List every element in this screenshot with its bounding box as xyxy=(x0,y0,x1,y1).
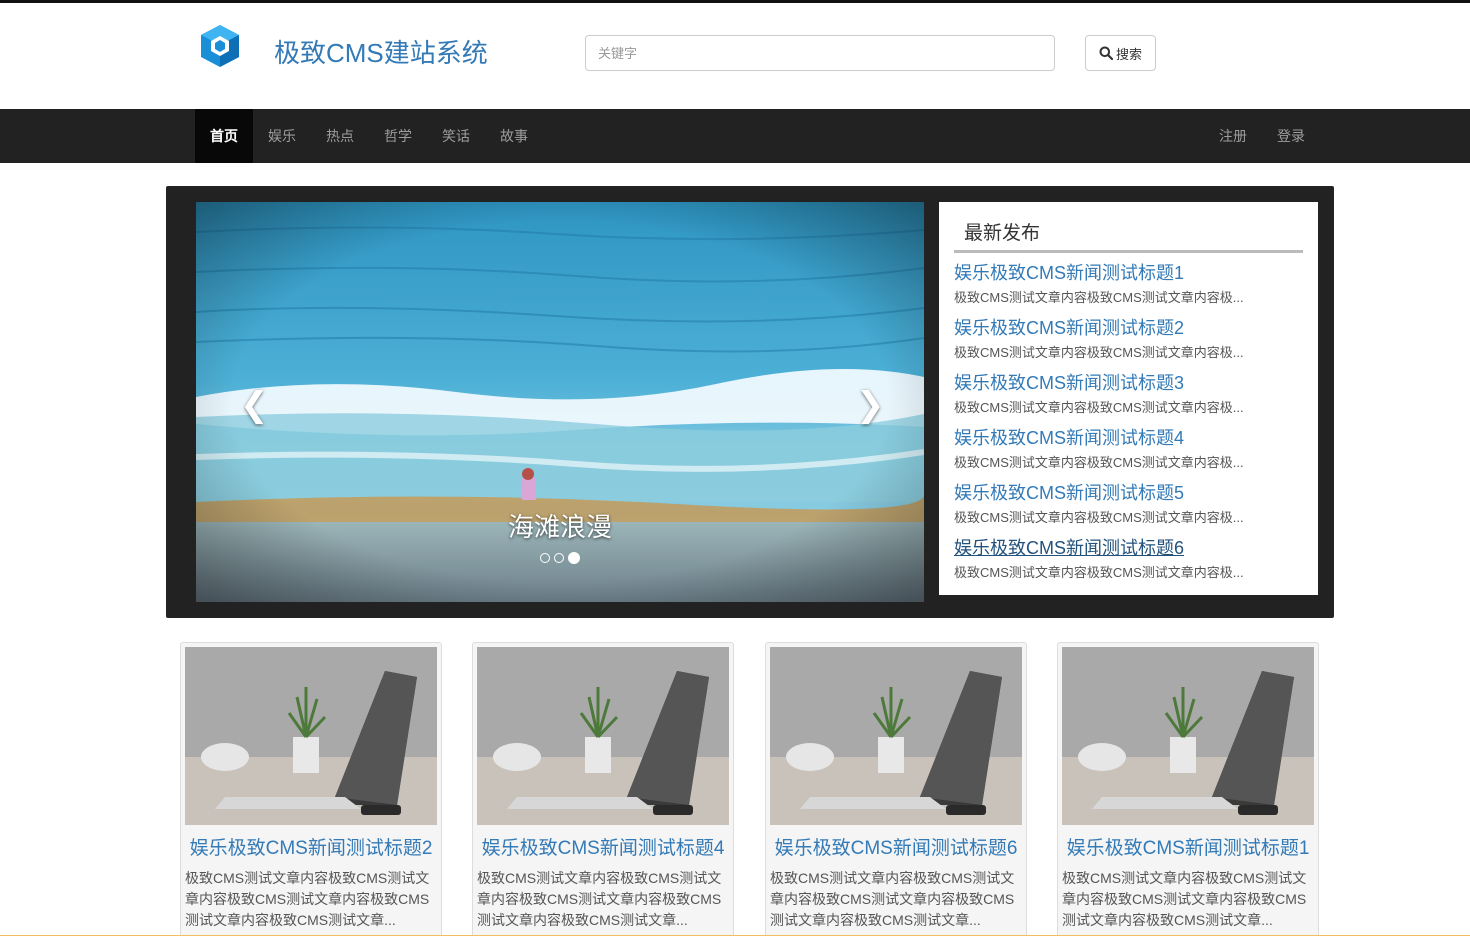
article-card-title[interactable]: 娱乐极致CMS新闻测试标题6 xyxy=(766,833,1026,860)
list-item: 娱乐极致CMS新闻测试标题6 极致CMS测试文章内容极致CMS测试文章内容极..… xyxy=(954,535,1309,590)
laptop-photo xyxy=(185,647,437,825)
article-card-title[interactable]: 娱乐极致CMS新闻测试标题1 xyxy=(1058,833,1318,860)
carousel-prev-arrow[interactable]: ❮ xyxy=(240,388,269,422)
nav-item-register[interactable]: 注册 xyxy=(1204,109,1262,163)
latest-posts-list: 娱乐极致CMS新闻测试标题1 极致CMS测试文章内容极致CMS测试文章内容极..… xyxy=(954,260,1309,590)
laptop-photo xyxy=(770,647,1022,825)
latest-post-summary: 极致CMS测试文章内容极致CMS测试文章内容极... xyxy=(954,455,1244,470)
latest-post-link[interactable]: 娱乐极致CMS新闻测试标题3 xyxy=(954,370,1309,396)
cube-logo-icon[interactable] xyxy=(198,23,242,69)
main-navbar: 首页 娱乐 热点 哲学 笑话 故事 注册 登录 xyxy=(0,109,1470,163)
carousel-indicators xyxy=(196,552,924,564)
nav-item-jokes[interactable]: 笑话 xyxy=(427,109,485,163)
banner-section: ❮ ❯ 海滩浪漫 最新发布 娱乐极致CMS新闻测试标题1 极致CMS测试文章内容… xyxy=(166,186,1334,618)
carousel-indicator-3[interactable] xyxy=(568,552,580,564)
nav-item-stories[interactable]: 故事 xyxy=(485,109,543,163)
list-item: 娱乐极致CMS新闻测试标题4 极致CMS测试文章内容极致CMS测试文章内容极..… xyxy=(954,425,1309,480)
article-card-desc: 极致CMS测试文章内容极致CMS测试文章内容极致CMS测试文章内容极致CMS测试… xyxy=(185,870,430,928)
latest-post-link[interactable]: 娱乐极致CMS新闻测试标题1 xyxy=(954,260,1309,286)
latest-post-summary: 极致CMS测试文章内容极致CMS测试文章内容极... xyxy=(954,290,1244,305)
list-item: 娱乐极致CMS新闻测试标题2 极致CMS测试文章内容极致CMS测试文章内容极..… xyxy=(954,315,1309,370)
search-icon xyxy=(1099,46,1113,60)
site-header: 极致CMS建站系统 搜索 xyxy=(0,3,1470,109)
article-card-desc: 极致CMS测试文章内容极致CMS测试文章内容极致CMS测试文章内容极致CMS测试… xyxy=(477,870,722,928)
nav-item-login[interactable]: 登录 xyxy=(1262,109,1320,163)
carousel-indicator-2[interactable] xyxy=(554,553,564,563)
laptop-photo xyxy=(477,647,729,825)
list-item: 娱乐极致CMS新闻测试标题5 极致CMS测试文章内容极致CMS测试文章内容极..… xyxy=(954,480,1309,535)
article-card[interactable]: 娱乐极致CMS新闻测试标题4 极致CMS测试文章内容极致CMS测试文章内容极致C… xyxy=(472,642,734,936)
nav-item-hot[interactable]: 热点 xyxy=(311,109,369,163)
article-card-title[interactable]: 娱乐极致CMS新闻测试标题2 xyxy=(181,833,441,860)
article-card-desc: 极致CMS测试文章内容极致CMS测试文章内容极致CMS测试文章内容极致CMS测试… xyxy=(770,870,1015,928)
latest-posts-panel: 最新发布 娱乐极致CMS新闻测试标题1 极致CMS测试文章内容极致CMS测试文章… xyxy=(939,202,1318,595)
article-card[interactable]: 娱乐极致CMS新闻测试标题6 极致CMS测试文章内容极致CMS测试文章内容极致C… xyxy=(765,642,1027,936)
carousel-indicator-1[interactable] xyxy=(540,553,550,563)
laptop-photo xyxy=(1062,647,1314,825)
image-carousel[interactable]: ❮ ❯ 海滩浪漫 xyxy=(196,202,924,602)
latest-post-link[interactable]: 娱乐极致CMS新闻测试标题4 xyxy=(954,425,1309,451)
latest-post-summary: 极致CMS测试文章内容极致CMS测试文章内容极... xyxy=(954,510,1244,525)
latest-posts-divider xyxy=(954,250,1303,253)
search-input[interactable] xyxy=(585,35,1055,71)
site-title[interactable]: 极致CMS建站系统 xyxy=(274,33,488,70)
latest-post-link[interactable]: 娱乐极致CMS新闻测试标题2 xyxy=(954,315,1309,341)
nav-item-home[interactable]: 首页 xyxy=(195,109,253,163)
nav-item-philosophy[interactable]: 哲学 xyxy=(369,109,427,163)
article-thumbnail[interactable] xyxy=(1062,647,1314,825)
article-card[interactable]: 娱乐极致CMS新闻测试标题2 极致CMS测试文章内容极致CMS测试文章内容极致C… xyxy=(180,642,442,936)
article-thumbnail[interactable] xyxy=(770,647,1022,825)
latest-post-link[interactable]: 娱乐极致CMS新闻测试标题6 xyxy=(954,535,1309,561)
latest-post-summary: 极致CMS测试文章内容极致CMS测试文章内容极... xyxy=(954,345,1244,360)
latest-post-summary: 极致CMS测试文章内容极致CMS测试文章内容极... xyxy=(954,400,1244,415)
latest-post-link[interactable]: 娱乐极致CMS新闻测试标题5 xyxy=(954,480,1309,506)
article-card[interactable]: 娱乐极致CMS新闻测试标题1 极致CMS测试文章内容极致CMS测试文章内容极致C… xyxy=(1057,642,1319,936)
search-button-label: 搜索 xyxy=(1115,46,1142,62)
carousel-caption: 海滩浪漫 xyxy=(507,512,612,542)
nav-item-entertainment[interactable]: 娱乐 xyxy=(253,109,311,163)
latest-posts-title: 最新发布 xyxy=(964,223,1041,244)
article-card-title[interactable]: 娱乐极致CMS新闻测试标题4 xyxy=(473,833,733,860)
latest-post-summary: 极致CMS测试文章内容极致CMS测试文章内容极... xyxy=(954,565,1244,580)
article-thumbnail[interactable] xyxy=(185,647,437,825)
article-thumbnail[interactable] xyxy=(477,647,729,825)
list-item: 娱乐极致CMS新闻测试标题1 极致CMS测试文章内容极致CMS测试文章内容极..… xyxy=(954,260,1309,315)
article-card-desc: 极致CMS测试文章内容极致CMS测试文章内容极致CMS测试文章内容极致CMS测试… xyxy=(1062,870,1307,928)
carousel-next-arrow[interactable]: ❯ xyxy=(856,388,885,422)
search-button[interactable]: 搜索 xyxy=(1085,35,1156,71)
list-item: 娱乐极致CMS新闻测试标题3 极致CMS测试文章内容极致CMS测试文章内容极..… xyxy=(954,370,1309,425)
